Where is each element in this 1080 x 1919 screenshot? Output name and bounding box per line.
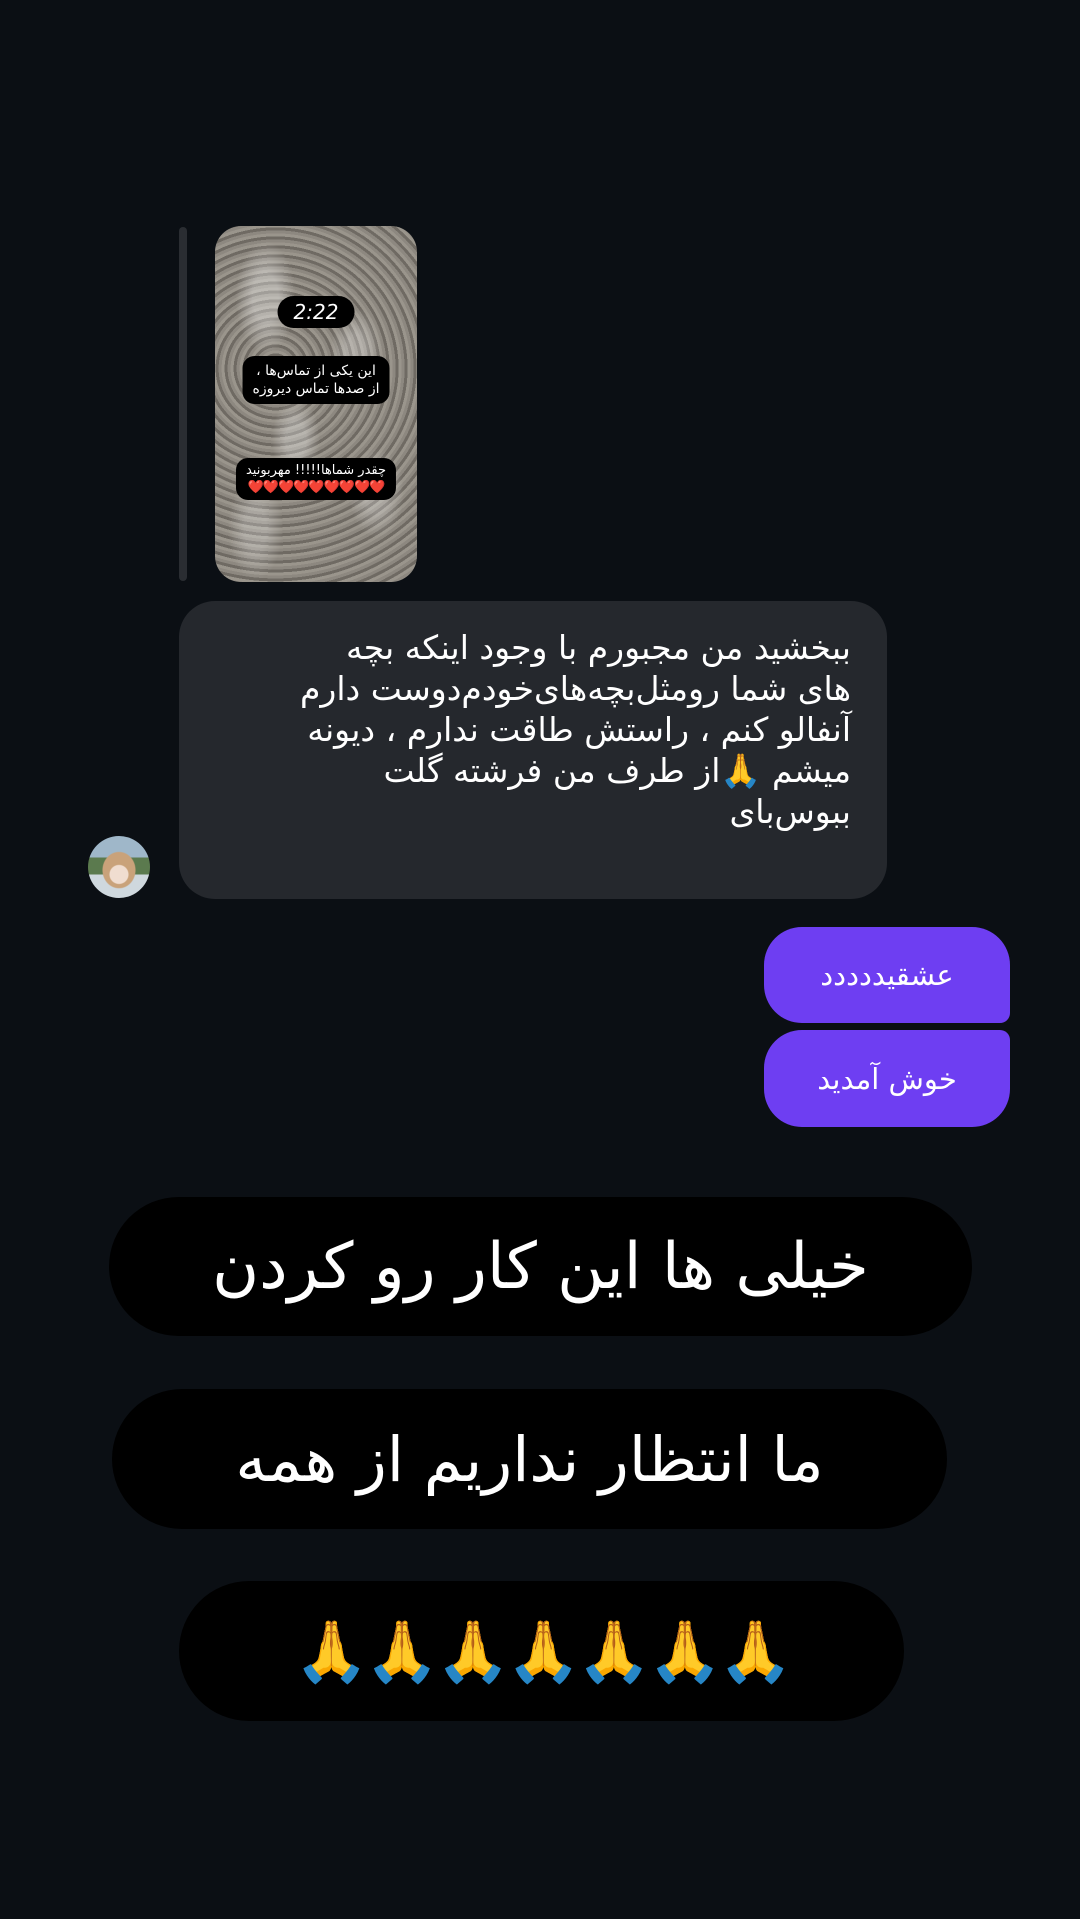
incoming-message-text: ببخشید من مجبورم با وجود اینکه بچه های ش… [300,628,851,831]
story-caption-line-1: این یکی از تماس‌ها ، [256,363,376,379]
praying-hands-emoji-row: 🙏🙏🙏🙏🙏🙏🙏 [294,1616,793,1687]
overlay-text: ما انتظار نداریم از همه [235,1422,824,1496]
story-caption-line-2: از صدها تماس دیروزه [252,381,380,397]
outgoing-message-bubble[interactable]: عشقیددددد [764,927,1010,1023]
overlay-text-banner: خیلی ها این کار رو کردن [109,1197,972,1336]
overlay-text: خیلی ها این کار رو کردن [212,1229,869,1304]
overlay-text-banner: ما انتظار نداریم از همه [112,1389,947,1529]
outgoing-message-bubble[interactable]: خوش آمدید [764,1030,1010,1127]
outgoing-message-text: عشقیددددد [820,958,954,992]
story-caption-secondary-line-1: چقدر شماها!!!!! مهربونید [245,463,387,478]
reply-indicator-bar [179,227,187,581]
outgoing-message-text: خوش آمدید [817,1061,957,1096]
incoming-message-bubble[interactable]: ببخشید من مجبورم با وجود اینکه بچه های ش… [179,601,887,899]
story-caption-secondary: چقدر شماها!!!!! مهربونید ❤️❤️❤️❤️❤️❤️❤️❤… [235,458,397,500]
story-reply-thumbnail[interactable]: 2:22 این یکی از تماس‌ها ، از صدها تماس د… [215,226,417,582]
story-timer: 2:22 [277,296,355,328]
overlay-emoji-banner: 🙏🙏🙏🙏🙏🙏🙏 [179,1581,904,1721]
sender-avatar[interactable] [88,836,150,898]
hearts-emoji-row: ❤️❤️❤️❤️❤️❤️❤️❤️❤️ [247,480,386,495]
story-caption: این یکی از تماس‌ها ، از صدها تماس دیروزه [242,356,390,404]
